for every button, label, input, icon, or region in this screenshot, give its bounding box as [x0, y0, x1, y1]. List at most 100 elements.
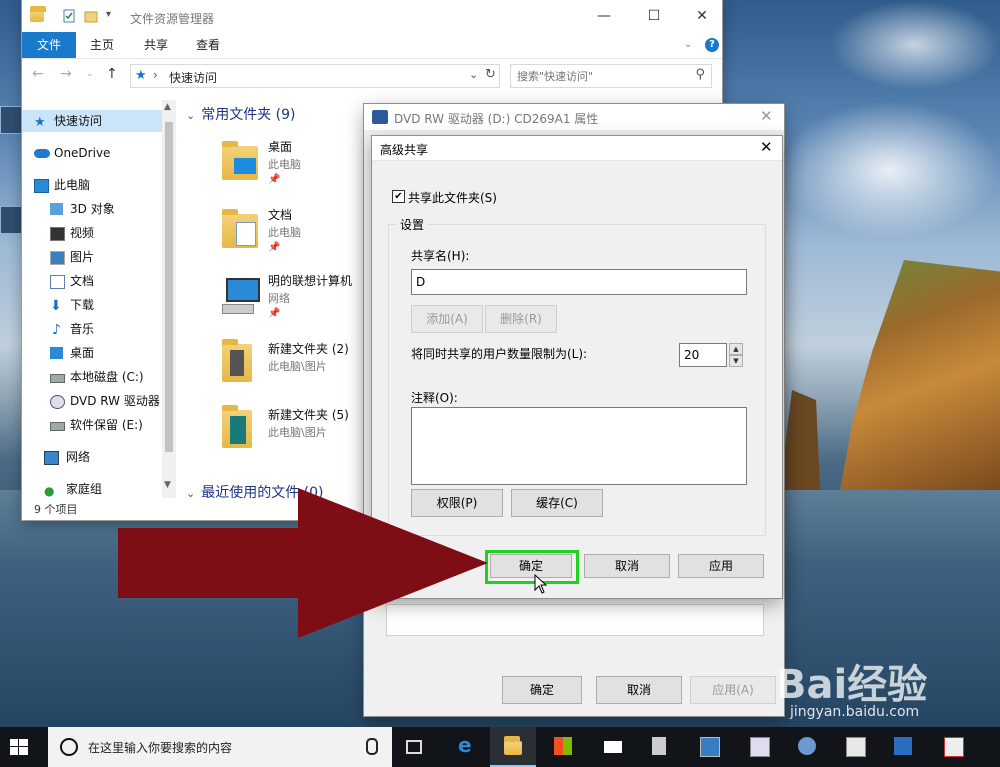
search-icon[interactable]: ⚲ [695, 67, 705, 82]
sharing-icon[interactable] [880, 727, 926, 767]
checkbox-checked-icon[interactable]: ✔ [392, 190, 405, 203]
nav-item-documents[interactable]: 文档 [22, 270, 162, 292]
spin-up-icon[interactable]: ▲ [729, 343, 743, 355]
network-share-icon[interactable] [784, 727, 830, 767]
mouse-cursor-icon [534, 574, 548, 594]
nav-item-pictures[interactable]: 图片 [22, 246, 162, 268]
nav-item-dvd-drive[interactable]: DVD RW 驱动器 [22, 390, 162, 412]
nav-item-desktop[interactable]: 桌面 [22, 342, 162, 364]
cancel-button[interactable]: 取消 [584, 554, 670, 578]
nav-item-quick-access[interactable]: ★ 快速访问 [22, 110, 162, 132]
mail-icon[interactable] [590, 727, 636, 767]
properties-titlebar[interactable]: DVD RW 驱动器 (D:) CD269A1 属性 ✕ [364, 104, 784, 130]
ok-button[interactable]: 确定 [490, 554, 572, 578]
address-dropdown-icon[interactable]: ⌄ [469, 68, 478, 81]
properties-icon[interactable] [62, 9, 76, 23]
scroll-up-icon[interactable]: ▲ [164, 102, 171, 112]
address-bar[interactable]: ★ › 快速访问 ⌄ ↻ [130, 64, 500, 88]
forward-icon[interactable]: → [60, 66, 72, 82]
folder-icon [30, 6, 46, 22]
picture-icon [50, 251, 65, 265]
desktop-shortcut-icon[interactable] [0, 206, 22, 234]
properties-title: DVD RW 驱动器 (D:) CD269A1 属性 [394, 112, 599, 126]
nav-item-videos[interactable]: 视频 [22, 222, 162, 244]
pin-icon: 📌 [268, 174, 281, 185]
share-name-input[interactable] [411, 269, 747, 295]
nav-item-music[interactable]: ♪ 音乐 [22, 318, 162, 340]
remote-desktop-icon[interactable] [686, 727, 732, 767]
folder-icon [222, 405, 252, 448]
frequent-folders-header[interactable]: ⌄ 常用文件夹 (9) [186, 104, 296, 124]
comment-textarea[interactable] [411, 407, 747, 485]
settings-app-icon[interactable] [832, 727, 878, 767]
user-limit-stepper[interactable] [679, 343, 727, 367]
app-icon[interactable] [930, 727, 976, 767]
taskbar-search-box[interactable]: 在这里输入你要搜索的内容 [48, 727, 392, 767]
edge-icon[interactable]: e [444, 727, 490, 767]
remove-button[interactable]: 删除(R) [485, 305, 557, 333]
customize-quick-access-icon[interactable]: ▾ [106, 9, 120, 23]
cancel-button[interactable]: 取消 [596, 676, 682, 704]
recent-locations-icon[interactable]: ⌄ [86, 69, 94, 79]
nav-item-network[interactable]: 网络 [22, 446, 162, 468]
nav-item-this-pc[interactable]: 此电脑 [22, 174, 162, 196]
nav-item-software-e[interactable]: 软件保留 (E:) [22, 414, 162, 436]
calculator-icon[interactable] [638, 727, 684, 767]
spin-down-icon[interactable]: ▼ [729, 355, 743, 367]
tab-home[interactable]: 主页 [90, 32, 114, 58]
explorer-titlebar[interactable]: ▾ 文件资源管理器 — ☐ ✕ [22, 0, 722, 32]
expand-ribbon-icon[interactable]: ⌄ [684, 32, 692, 58]
star-icon: ★ [34, 115, 46, 130]
store-icon[interactable] [540, 727, 586, 767]
pin-icon: 📌 [268, 242, 281, 253]
refresh-icon[interactable]: ↻ [485, 67, 496, 82]
close-icon[interactable]: ✕ [760, 138, 773, 156]
document-icon [50, 275, 65, 289]
homegroup-icon: ● [44, 484, 55, 498]
maximize-button[interactable]: ☐ [642, 6, 666, 26]
apply-button[interactable]: 应用(A) [690, 676, 776, 704]
new-folder-icon[interactable] [84, 9, 98, 23]
ok-button[interactable]: 确定 [502, 676, 582, 704]
nav-item-local-disk-c[interactable]: 本地磁盘 (C:) [22, 366, 162, 388]
tab-file[interactable]: 文件 [22, 32, 76, 58]
tab-share[interactable]: 共享 [144, 32, 168, 58]
nav-scrollbar[interactable]: ▲ ▼ [162, 100, 176, 498]
add-button[interactable]: 添加(A) [411, 305, 483, 333]
film-icon [50, 227, 65, 241]
search-box[interactable]: ⚲ [510, 64, 712, 88]
share-folder-checkbox[interactable]: ✔ 共享此文件夹(S) [392, 188, 592, 206]
back-icon[interactable]: ← [32, 66, 44, 82]
up-icon[interactable]: ↑ [106, 66, 118, 82]
windows-start-icon[interactable] [10, 739, 28, 755]
search-placeholder[interactable]: 在这里输入你要搜索的内容 [88, 739, 232, 756]
file-explorer-icon[interactable] [490, 727, 536, 767]
disc-icon [50, 395, 65, 409]
scroll-thumb[interactable] [165, 122, 173, 452]
address-bar-row: ← → ⌄ ↑ ★ › 快速访问 ⌄ ↻ ⚲ [22, 58, 722, 92]
nav-item-downloads[interactable]: ⬇ 下载 [22, 294, 162, 316]
cloud-icon [34, 149, 50, 158]
caching-button[interactable]: 缓存(C) [511, 489, 603, 517]
monitor-icon [34, 179, 49, 193]
task-view-icon[interactable] [392, 727, 438, 767]
window-title: 文件资源管理器 [130, 12, 215, 26]
advanced-sharing-titlebar[interactable]: 高级共享 ✕ [372, 136, 782, 161]
download-arrow-icon: ⬇ [50, 298, 62, 314]
screenshot-icon[interactable] [736, 727, 782, 767]
close-button[interactable]: ✕ [690, 6, 714, 26]
apply-button[interactable]: 应用 [678, 554, 764, 578]
chevron-right-icon[interactable]: › [153, 68, 158, 82]
address-text[interactable]: 快速访问 [169, 69, 217, 86]
pointer-arrow [118, 488, 488, 638]
cortana-icon[interactable] [60, 738, 78, 756]
help-icon[interactable]: ? [705, 38, 719, 52]
microphone-icon[interactable] [366, 738, 378, 755]
nav-item-3d-objects[interactable]: 3D 对象 [22, 198, 162, 220]
close-icon[interactable]: ✕ [760, 107, 773, 125]
search-input[interactable] [515, 67, 687, 85]
tab-view[interactable]: 查看 [196, 32, 220, 58]
minimize-button[interactable]: — [592, 6, 616, 26]
nav-item-onedrive[interactable]: OneDrive [22, 142, 162, 164]
desktop-shortcut-icon[interactable] [0, 106, 22, 134]
